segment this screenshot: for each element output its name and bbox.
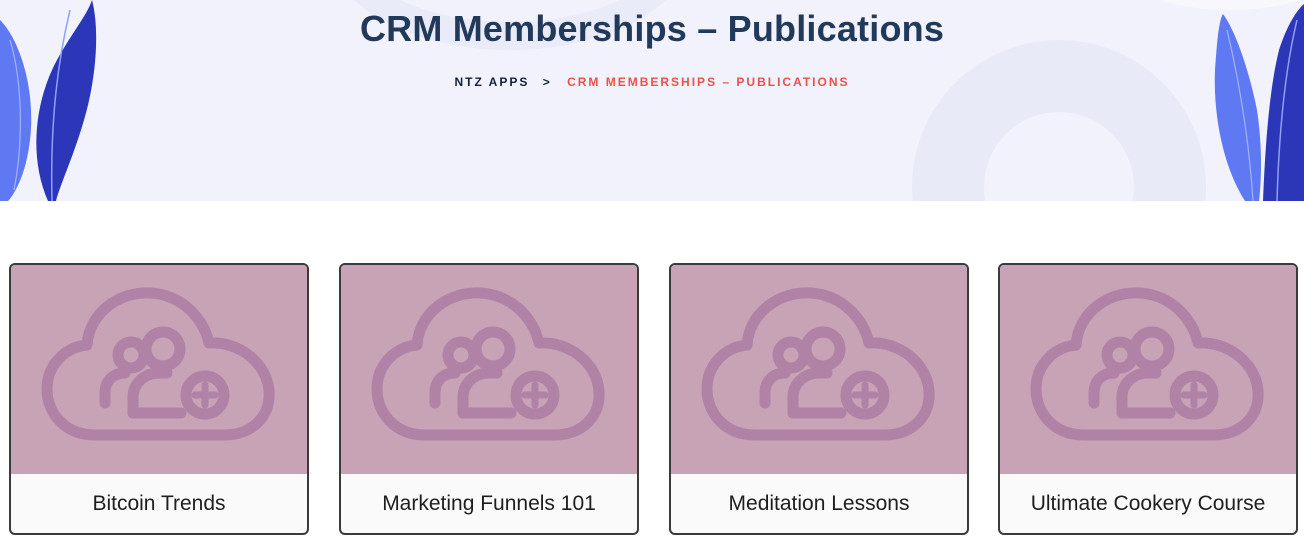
publication-title[interactable]: Bitcoin Trends [11,474,307,533]
breadcrumb: NTZ APPS > CRM MEMBERSHIPS – PUBLICATION… [0,75,1304,89]
cloud-users-plus-icon [371,285,607,460]
publication-title[interactable]: Meditation Lessons [671,474,967,533]
publication-thumbnail[interactable] [341,265,637,474]
publication-card[interactable]: Marketing Funnels 101 [339,263,639,535]
publication-grid: Bitcoin Trends Marketing Funnels 101 Med… [9,263,1299,553]
page-title: CRM Memberships – Publications [359,8,945,49]
publication-thumbnail[interactable] [671,265,967,474]
publication-title[interactable]: Marketing Funnels 101 [341,474,637,533]
breadcrumb-separator: > [542,75,552,89]
page-header-banner: CRM Memberships – Publications NTZ APPS … [0,0,1304,201]
cloud-users-plus-icon [41,285,277,460]
publication-card[interactable]: Ultimate Cookery Course [998,263,1298,535]
publication-card[interactable]: Bitcoin Trends [9,263,309,535]
breadcrumb-current: CRM MEMBERSHIPS – PUBLICATIONS [567,75,850,89]
publication-title[interactable]: Ultimate Cookery Course [1000,474,1296,533]
cloud-users-plus-icon [1030,285,1266,460]
cloud-users-plus-icon [701,285,937,460]
decorative-ring [912,40,1206,201]
publication-thumbnail[interactable] [1000,265,1296,474]
publication-card[interactable]: Meditation Lessons [669,263,969,535]
publication-thumbnail[interactable] [11,265,307,474]
breadcrumb-home-link[interactable]: NTZ APPS [454,75,529,89]
